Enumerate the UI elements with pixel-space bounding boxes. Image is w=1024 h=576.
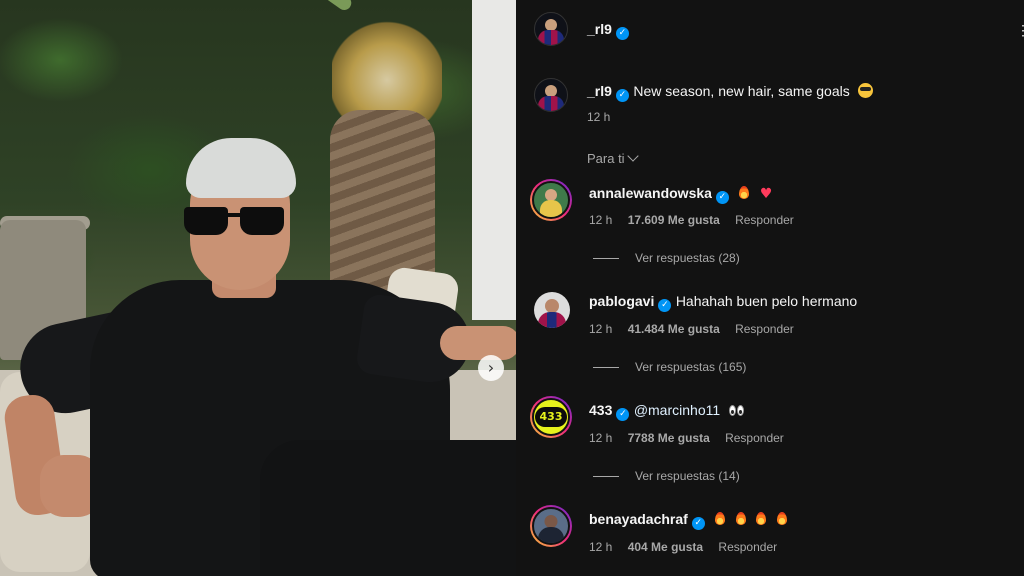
- eyes-emoji-icon: [728, 403, 745, 421]
- avatar-image: [532, 181, 570, 219]
- comments-panel: _rl9 ✓ ⋮ _rl9 ✓ New season, new hair, same…: [516, 0, 1024, 576]
- comment: 433 ✓ @marcinho11: [589, 402, 745, 421]
- 433-logo: 433: [535, 407, 567, 427]
- fire-emoji-icon: [715, 512, 726, 525]
- chevron-down-icon: [626, 150, 639, 162]
- sunglasses-lens: [240, 207, 284, 235]
- eye-left: [728, 405, 736, 416]
- caption-username[interactable]: _rl9: [587, 83, 612, 99]
- person-arm: [440, 326, 516, 360]
- avatar[interactable]: [530, 179, 572, 221]
- avatar[interactable]: [534, 292, 570, 328]
- reply-button[interactable]: Responder: [725, 431, 784, 445]
- post-viewer: › _rl9 ✓ ⋮ _rl9 ✓ New season, new hair, sa…: [0, 0, 1024, 576]
- comment: benayadachraf ✓: [589, 511, 787, 530]
- avatar-image: 433: [532, 398, 570, 436]
- view-replies-label: Ver respuestas (165): [635, 360, 747, 374]
- post-header: _rl9 ✓: [587, 21, 629, 40]
- view-replies-label: Ver respuestas (28): [635, 251, 740, 265]
- reply-button[interactable]: Responder: [735, 213, 794, 227]
- heart-emoji-icon: ♥: [759, 186, 773, 202]
- sunglasses: [184, 207, 288, 237]
- view-replies-label: Ver respuestas (14): [635, 469, 740, 483]
- fire-emoji-icon: [735, 512, 746, 525]
- view-replies-button[interactable]: Ver respuestas (165): [593, 360, 746, 374]
- person-figure: [0, 0, 516, 576]
- verified-badge-icon: ✓: [691, 517, 705, 530]
- comment-mention-link[interactable]: @marcinho11: [634, 402, 720, 418]
- avatar-body: [538, 312, 566, 328]
- comment-meta: 12 h 41.484 Me gusta Responder: [589, 322, 806, 336]
- reply-button[interactable]: Responder: [718, 540, 777, 554]
- comment-meta: 12 h 7788 Me gusta Responder: [589, 431, 796, 445]
- comment-time: 12 h: [589, 213, 613, 227]
- sunglasses-lens: [184, 207, 228, 235]
- bleached-hair: [186, 138, 296, 198]
- comment-likes[interactable]: 41.484 Me gusta: [628, 322, 720, 336]
- comment-time: 12 h: [589, 322, 613, 336]
- comment-username[interactable]: pablogavi: [589, 293, 654, 309]
- eye-right: [736, 405, 744, 416]
- fire-emoji-icon: [756, 512, 767, 525]
- comment-likes[interactable]: 7788 Me gusta: [628, 431, 710, 445]
- caption-timestamp: 12 h: [587, 110, 611, 124]
- avatar-body: [538, 527, 564, 543]
- avatar[interactable]: [530, 505, 572, 547]
- post-author-username[interactable]: _rl9: [587, 21, 612, 37]
- replies-divider: [593, 367, 619, 369]
- avatar-head: [545, 299, 559, 313]
- post-photo: ›: [0, 0, 516, 576]
- black-shorts: [260, 440, 516, 576]
- avatar[interactable]: [534, 78, 568, 112]
- avatar-body: [538, 96, 564, 111]
- verified-badge-icon: ✓: [615, 89, 629, 102]
- comment-meta: 12 h 17.609 Me gusta Responder: [589, 213, 806, 227]
- view-replies-button[interactable]: Ver respuestas (14): [593, 469, 740, 483]
- caption-text: New season, new hair, same goals: [633, 83, 850, 99]
- fire-emoji-icon: [776, 512, 787, 525]
- comment: annalewandowska ✓ ♥: [589, 185, 772, 204]
- comment-sort-dropdown[interactable]: Para ti: [587, 150, 639, 166]
- comment-meta: 12 h 404 Me gusta Responder: [589, 540, 789, 554]
- verified-badge-icon: ✓: [658, 299, 672, 312]
- comment-likes[interactable]: 17.609 Me gusta: [628, 213, 720, 227]
- reply-button[interactable]: Responder: [735, 322, 794, 336]
- replies-divider: [593, 476, 619, 478]
- verified-badge-icon: ✓: [616, 408, 630, 421]
- sort-label: Para ti: [587, 151, 625, 166]
- comment-likes[interactable]: 404 Me gusta: [628, 540, 703, 554]
- comment-text: Hahahah buen pelo hermano: [675, 293, 858, 309]
- comment: pablogavi ✓ Hahahah buen pelo hermano: [589, 293, 857, 312]
- sunglasses-emoji-icon: [858, 83, 874, 98]
- fire-emoji-icon: [739, 186, 750, 199]
- avatar[interactable]: [534, 12, 568, 46]
- avatar-body: [540, 200, 562, 217]
- verified-badge-icon: ✓: [615, 27, 629, 40]
- more-options-icon[interactable]: ⋮: [1016, 22, 1024, 38]
- avatar[interactable]: 433: [530, 396, 572, 438]
- chevron-right-icon[interactable]: ›: [478, 355, 504, 381]
- view-replies-button[interactable]: Ver respuestas (28): [593, 251, 740, 265]
- comment-username[interactable]: 433: [589, 402, 612, 418]
- comment-username[interactable]: annalewandowska: [589, 185, 712, 201]
- post-caption: _rl9 ✓ New season, new hair, same goals: [587, 83, 874, 102]
- comment-time: 12 h: [589, 431, 613, 445]
- comment-time: 12 h: [589, 540, 613, 554]
- replies-divider: [593, 258, 619, 260]
- comment-username[interactable]: benayadachraf: [589, 511, 688, 527]
- avatar-body: [538, 30, 564, 45]
- verified-badge-icon: ✓: [715, 191, 729, 204]
- avatar-image: [532, 507, 570, 545]
